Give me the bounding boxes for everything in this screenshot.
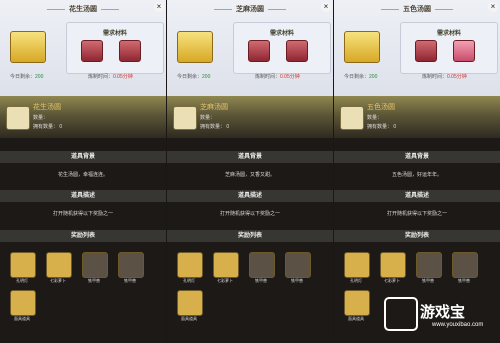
description-text: 打开随机获得以下奖励之一 <box>52 211 113 217</box>
description-section: 道具描述 <box>334 190 500 202</box>
reward-label: 面具道具 <box>348 316 364 321</box>
reward-label: 孔明灯 <box>350 278 362 283</box>
rice-ball-item-icon[interactable] <box>10 31 46 63</box>
crafting-panel: 花生汤圆 需求材料 今日剩余：200 炼制时间：0.05分钟 <box>0 0 166 96</box>
background-text: 花生汤圆，幸福连连。 <box>57 172 108 178</box>
rice-ball-icon <box>340 106 364 130</box>
item-name: 芝麻汤圆 <box>200 104 228 111</box>
beast-icon[interactable] <box>452 252 478 278</box>
description-section: 道具描述 <box>167 190 333 202</box>
item-quantity: 数量： <box>200 115 216 121</box>
item-quantity: 数量： <box>33 115 49 121</box>
background-section: 道具背景 <box>167 151 333 163</box>
rice-ball-icon <box>6 106 30 130</box>
panel-title: 五色汤圆 <box>334 4 500 14</box>
item-quantity: 数量： <box>367 115 383 121</box>
rice-ball-item-icon[interactable] <box>344 31 380 63</box>
crafting-panel: 芝麻汤圆 需求材料 今日剩余：200 炼制时间：0.05分钟 <box>167 0 333 96</box>
reward-label: 铁甲兽 <box>422 278 434 283</box>
mask-icon[interactable] <box>344 290 370 316</box>
lantern-icon[interactable] <box>177 252 203 278</box>
materials-box: 需求材料 <box>400 22 498 74</box>
item-detail: 芝麻汤圆 数量： 拥有数量： 0 道具背景 芝麻汤圆，又香又甜。 道具描述 打开… <box>167 96 333 343</box>
item-name: 花生汤圆 <box>33 104 61 111</box>
watermark: 游戏宝 www.youxibao.com <box>380 295 500 335</box>
watermark-url: www.youxibao.com <box>432 322 484 328</box>
description-text: 打开随机获得以下奖励之一 <box>386 211 447 217</box>
materials-title: 需求材料 <box>102 31 127 37</box>
beast-icon[interactable] <box>285 252 311 278</box>
reward-label: 铁甲兽 <box>458 278 470 283</box>
background-text: 五色汤圆，好运年年。 <box>391 172 442 178</box>
lantern-icon[interactable] <box>344 252 370 278</box>
background-section: 道具背景 <box>0 151 166 163</box>
beast-icon[interactable] <box>249 252 275 278</box>
materials-title: 需求材料 <box>436 31 461 37</box>
reward-label: 面具道具 <box>181 316 197 321</box>
materials-box: 需求材料 <box>233 22 331 74</box>
material-icon[interactable] <box>415 40 437 62</box>
rice-ball-item-icon[interactable] <box>177 31 213 63</box>
reward-list-section: 奖励列表 <box>0 230 166 242</box>
crafting-panel: 五色汤圆 需求材料 今日剩余：200 炼制时间：0.05分钟 <box>334 0 500 96</box>
material-icon[interactable] <box>81 40 103 62</box>
item-name: 五色汤圆 <box>367 104 395 111</box>
reward-label: 铁甲兽 <box>88 278 100 283</box>
item-owned: 拥有数量： 0 <box>200 124 230 130</box>
description-text: 打开随机获得以下奖励之一 <box>219 211 280 217</box>
today-remaining: 今日剩余：200 <box>10 74 44 80</box>
background-text: 芝麻汤圆，又香又甜。 <box>224 172 275 178</box>
panel-peanut: 花生汤圆 需求材料 今日剩余：200 炼制时间：0.05分钟 花生汤圆 数量： … <box>0 0 166 343</box>
beast-icon[interactable] <box>416 252 442 278</box>
item-header: 芝麻汤圆 数量： 拥有数量： 0 <box>167 96 333 138</box>
reward-label: 七彩萝卜 <box>50 278 66 283</box>
item-detail: 花生汤圆 数量： 拥有数量： 0 道具背景 花生汤圆，幸福连连。 道具描述 打开… <box>0 96 166 343</box>
watermark-text: 游戏宝 <box>420 304 466 321</box>
panel-sesame: 芝麻汤圆 需求材料 今日剩余：200 炼制时间：0.05分钟 芝麻汤圆 数量： … <box>167 0 333 343</box>
craft-time: 炼制时间：0.05分钟 <box>422 74 467 80</box>
item-owned: 拥有数量： 0 <box>33 124 63 130</box>
reward-list-section: 奖励列表 <box>167 230 333 242</box>
material-icon[interactable] <box>119 40 141 62</box>
craft-time: 炼制时间：0.05分钟 <box>255 74 300 80</box>
reward-label: 孔明灯 <box>183 278 195 283</box>
craft-time: 炼制时间：0.05分钟 <box>88 74 133 80</box>
material-icon[interactable] <box>248 40 270 62</box>
material-icon[interactable] <box>286 40 308 62</box>
panel-title: 花生汤圆 <box>0 4 166 14</box>
mask-icon[interactable] <box>10 290 36 316</box>
reward-label: 七彩萝卜 <box>384 278 400 283</box>
today-remaining: 今日剩余：200 <box>344 74 378 80</box>
today-remaining: 今日剩余：200 <box>177 74 211 80</box>
reward-label: 七彩萝卜 <box>217 278 233 283</box>
close-icon[interactable]: × <box>321 2 331 12</box>
reward-list-section: 奖励列表 <box>334 230 500 242</box>
close-icon[interactable]: × <box>154 2 164 12</box>
materials-box: 需求材料 <box>66 22 164 74</box>
reward-label: 孔明灯 <box>16 278 28 283</box>
item-owned: 拥有数量： 0 <box>367 124 397 130</box>
panel-title: 芝麻汤圆 <box>167 4 333 14</box>
material-icon[interactable] <box>453 40 475 62</box>
description-section: 道具描述 <box>0 190 166 202</box>
mask-icon[interactable] <box>177 290 203 316</box>
reward-label: 铁甲兽 <box>291 278 303 283</box>
reward-label: 铁甲兽 <box>124 278 136 283</box>
materials-title: 需求材料 <box>269 31 294 37</box>
lantern-icon[interactable] <box>10 252 36 278</box>
carrot-icon[interactable] <box>380 252 406 278</box>
reward-label: 铁甲兽 <box>255 278 267 283</box>
item-header: 花生汤圆 数量： 拥有数量： 0 <box>0 96 166 138</box>
rice-ball-icon <box>173 106 197 130</box>
reward-label: 面具道具 <box>14 316 30 321</box>
carrot-icon[interactable] <box>46 252 72 278</box>
close-icon[interactable]: × <box>488 2 498 12</box>
carrot-icon[interactable] <box>213 252 239 278</box>
beast-icon[interactable] <box>82 252 108 278</box>
background-section: 道具背景 <box>334 151 500 163</box>
watermark-logo-icon <box>384 297 418 331</box>
item-header: 五色汤圆 数量： 拥有数量： 0 <box>334 96 500 138</box>
panel-five-color: 五色汤圆 需求材料 今日剩余：200 炼制时间：0.05分钟 五色汤圆 数量： … <box>334 0 500 343</box>
beast-icon[interactable] <box>118 252 144 278</box>
